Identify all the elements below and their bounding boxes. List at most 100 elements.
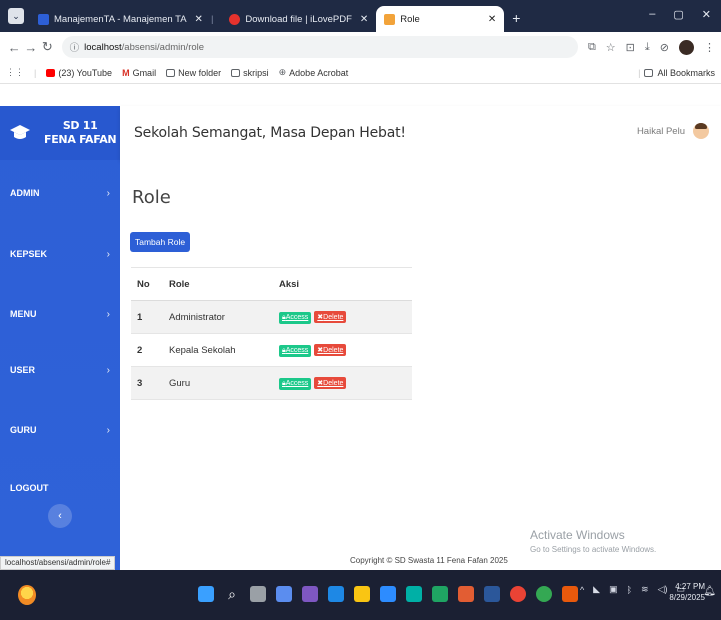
- access-button[interactable]: 🔒︎Access: [279, 344, 312, 357]
- taskbar-apps: ⌕: [198, 586, 578, 602]
- row-number: 1: [131, 300, 163, 334]
- delete-label: Delete: [323, 313, 344, 321]
- sidebar-item-guru[interactable]: GURU ›: [0, 420, 120, 440]
- search-icon[interactable]: ⌕: [224, 586, 240, 602]
- powerpoint-icon[interactable]: [458, 586, 474, 602]
- app-icon[interactable]: [562, 586, 578, 602]
- bookmark-adobe-acrobat[interactable]: ⊕ Adobe Acrobat: [279, 67, 349, 78]
- reload-icon[interactable]: ↻: [39, 39, 56, 55]
- delete-button[interactable]: ✖Delete: [314, 376, 347, 389]
- apps-grid-icon[interactable]: ⋮⋮: [6, 67, 24, 78]
- extensions-icon[interactable]: ⊡: [626, 41, 635, 54]
- delete-button[interactable]: ✖Delete: [314, 310, 347, 323]
- clock-date: 8/29/2025: [669, 593, 705, 602]
- volume-icon[interactable]: ◁): [658, 584, 668, 595]
- bookmark-youtube[interactable]: (23) YouTube: [46, 68, 112, 78]
- history-icon[interactable]: ⊘: [660, 41, 669, 54]
- weather-widget-icon[interactable]: [18, 585, 36, 605]
- new-tab-icon[interactable]: +: [512, 10, 520, 26]
- taskbar-clock[interactable]: 4:27 PM 8/29/2025: [669, 581, 705, 603]
- tab-close-icon[interactable]: ✕: [360, 14, 368, 25]
- window-close-icon[interactable]: ✕: [702, 8, 711, 21]
- row-actions: 🔒︎Access ✖Delete: [273, 366, 412, 400]
- browser-tab-manajementa[interactable]: ManajemenTA - Manajemen TA ✕ |: [30, 6, 221, 32]
- word-icon[interactable]: [484, 586, 500, 602]
- widgets-icon[interactable]: [276, 586, 292, 602]
- bookmark-skripsi[interactable]: skripsi: [231, 68, 269, 78]
- browser-tab-ilovepdf[interactable]: Download file | iLovePDF ✕: [221, 6, 376, 32]
- tray-app-icon[interactable]: ▣: [609, 584, 618, 595]
- bookmark-gmail[interactable]: M Gmail: [122, 68, 156, 78]
- task-view-icon[interactable]: [250, 586, 266, 602]
- sidebar-toggle-button[interactable]: ‹: [48, 504, 72, 528]
- download-icon[interactable]: ⤓: [645, 41, 650, 54]
- minimize-icon[interactable]: –: [649, 8, 655, 21]
- zoom-icon[interactable]: [380, 586, 396, 602]
- sidebar-item-logout[interactable]: LOGOUT: [0, 478, 120, 498]
- sidebar-item-label: MENU: [10, 309, 37, 319]
- forward-icon[interactable]: →: [23, 40, 40, 55]
- store-icon[interactable]: [406, 586, 422, 602]
- sidebar-brand[interactable]: SD 11 FENA FAFAN: [0, 106, 120, 160]
- browser-menu-icon[interactable]: ⋮: [704, 41, 715, 54]
- bookmark-new-folder[interactable]: New folder: [166, 68, 221, 78]
- bookmark-label: Gmail: [132, 67, 157, 78]
- table-row: 2 Kepala Sekolah 🔒︎Access ✖Delete: [131, 333, 412, 367]
- browser-tab-strip: ⌄ ManajemenTA - Manajemen TA ✕ | Downloa…: [0, 0, 721, 32]
- notification-bell-icon[interactable]: 🔔︎: [703, 586, 716, 597]
- school-motto: Sekolah Semangat, Masa Depan Hebat!: [134, 125, 406, 141]
- roles-table: No Role Aksi 1 Administrator 🔒︎Access ✖De…: [131, 267, 412, 400]
- youtube-icon: [46, 68, 56, 77]
- globe-icon: ⊕: [278, 67, 287, 77]
- sidebar-item-kepsek[interactable]: KEPSEK ›: [0, 244, 120, 264]
- row-actions: 🔒︎Access ✖Delete: [273, 300, 412, 334]
- bookmarks-bar: ⋮⋮ | (23) YouTube M Gmail New folder skri…: [0, 62, 721, 84]
- edge-icon[interactable]: [328, 586, 344, 602]
- brand-line-2: FENA FAFAN: [44, 133, 117, 146]
- add-role-button[interactable]: Tambah Role: [130, 232, 191, 252]
- wifi-icon[interactable]: ≋: [641, 584, 649, 595]
- whatsapp-icon[interactable]: [536, 586, 552, 602]
- tab-close-icon[interactable]: ✕: [488, 14, 496, 25]
- tab-title: ManajemenTA - Manajemen TA: [54, 13, 187, 25]
- chevron-up-icon[interactable]: ^: [580, 585, 584, 595]
- profile-avatar-icon[interactable]: [678, 39, 694, 55]
- delete-button[interactable]: ✖Delete: [314, 343, 347, 356]
- bookmark-star-icon[interactable]: ☆: [606, 41, 616, 54]
- back-icon[interactable]: ←: [6, 40, 23, 55]
- excel-icon[interactable]: [432, 586, 448, 602]
- tab-search-icon[interactable]: ⌄: [8, 8, 24, 24]
- table-row: 3 Guru 🔒︎Access ✖Delete: [131, 366, 412, 400]
- delete-label: Delete: [323, 346, 344, 354]
- teams-icon[interactable]: [302, 586, 318, 602]
- column-header-aksi: Aksi: [273, 267, 412, 301]
- sidebar-item-menu[interactable]: MENU ›: [0, 304, 120, 324]
- avatar: [693, 123, 709, 139]
- sidebar-item-admin[interactable]: ADMIN ›: [0, 183, 120, 203]
- chevron-right-icon: ›: [106, 364, 110, 376]
- bluetooth-icon[interactable]: ᛒ: [627, 585, 632, 595]
- file-explorer-icon[interactable]: [354, 586, 370, 602]
- all-bookmarks[interactable]: | All Bookmarks: [638, 68, 715, 78]
- gmail-icon: M: [122, 67, 130, 78]
- url-input[interactable]: ⓘ localhost/absensi/admin/role: [61, 36, 578, 58]
- access-button[interactable]: 🔒︎Access: [279, 311, 312, 324]
- url-host: localhost: [84, 41, 122, 53]
- tab-close-icon[interactable]: ✕: [195, 14, 203, 25]
- restore-icon[interactable]: ▢: [673, 8, 683, 21]
- windows-start-icon[interactable]: [198, 586, 214, 602]
- column-header-no: No: [131, 267, 163, 301]
- chrome-icon[interactable]: [510, 586, 526, 602]
- url-path: /absensi/admin/role: [121, 41, 205, 53]
- user-dropdown[interactable]: Haikal Pelu: [637, 123, 709, 139]
- access-button[interactable]: 🔒︎Access: [279, 377, 312, 390]
- translate-icon[interactable]: ⧉: [588, 41, 596, 54]
- sidebar-item-user[interactable]: USER ›: [0, 360, 120, 380]
- bookmarks-divider: |: [638, 67, 641, 78]
- chevron-right-icon: ›: [106, 424, 110, 436]
- role-favicon-icon: [384, 13, 396, 25]
- bookmark-label: New folder: [178, 67, 222, 78]
- browser-tab-role[interactable]: Role ✕: [376, 6, 505, 32]
- tray-app-icon[interactable]: ◣: [593, 584, 600, 595]
- site-info-icon[interactable]: ⓘ: [70, 40, 80, 54]
